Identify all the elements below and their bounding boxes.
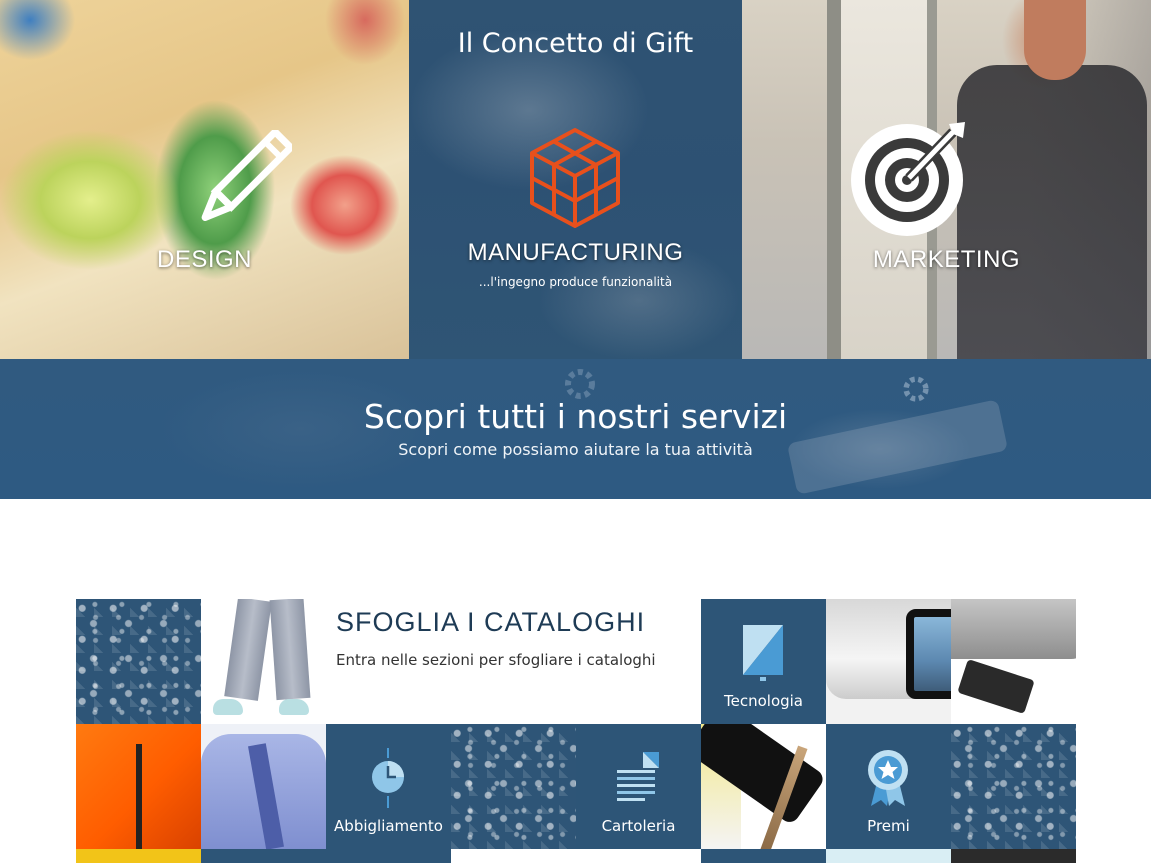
clock-icon [372,748,404,808]
category-label: Abbigliamento [334,817,443,835]
row3-tile-peek [326,849,451,863]
category-label: Tecnologia [724,692,803,710]
row3-tile-peek [826,849,951,863]
services-subtitle: Scopri come possiamo aiutare la tua atti… [398,440,753,459]
row3-tile-peek [701,849,826,863]
award-icon [868,750,908,806]
shirt-photo [201,724,326,849]
category-cartoleria[interactable]: Cartoleria [576,724,701,849]
trousers-photo [201,599,326,724]
row3-tile-peek [201,849,326,863]
tablet-icon [743,625,783,681]
target-icon [851,122,965,236]
manufacturing-tagline: ...l'ingegno produce funzionalità [478,275,673,289]
design-panel[interactable]: DESIGN [0,0,409,359]
hero-title: Il Concetto di Gift [457,28,694,59]
services-title: Scopri tutti i nostri servizi [363,397,788,436]
pattern-tile [951,724,1076,849]
category-abbigliamento[interactable]: Abbigliamento [326,724,451,849]
pen-photo [701,724,826,849]
row3-tile-peek [451,849,576,863]
category-premi[interactable]: Premi [826,724,951,849]
services-banner[interactable]: Scopri tutti i nostri servizi Scopri com… [0,359,1151,499]
pencil-icon [201,130,292,221]
row3-tile-peek [76,849,201,863]
cube-icon [530,128,620,228]
jacket-photo [76,724,201,849]
document-icon [617,752,659,801]
catalog-grid: SFOGLIA I CATALOGHI Entra nelle sezioni … [76,599,1076,863]
tablet-photo [826,599,951,724]
manufacturing-label: MANUFACTURING [467,239,684,266]
catalog-title: SFOGLIA I CATALOGHI [336,607,646,637]
marketing-label: MARKETING [872,246,1021,273]
row3-tile-peek [576,849,701,863]
pattern-tile [451,724,576,849]
row3-tile-peek [951,849,1076,863]
category-label: Cartoleria [601,817,676,835]
design-label: DESIGN [156,246,252,273]
person-graphic [957,65,1147,359]
pattern-tile [76,599,201,724]
category-label: Premi [867,817,910,835]
category-tecnologia[interactable]: Tecnologia [701,599,826,724]
hero-section: DESIGN MANUFACTURING ...l'ingegno produc… [0,0,1151,359]
usb-photo [951,599,1076,724]
face-graphic [1024,0,1086,80]
marketing-panel[interactable]: MARKETING [742,0,1151,359]
catalog-subtitle: Entra nelle sezioni per sfogliare i cata… [336,651,656,669]
